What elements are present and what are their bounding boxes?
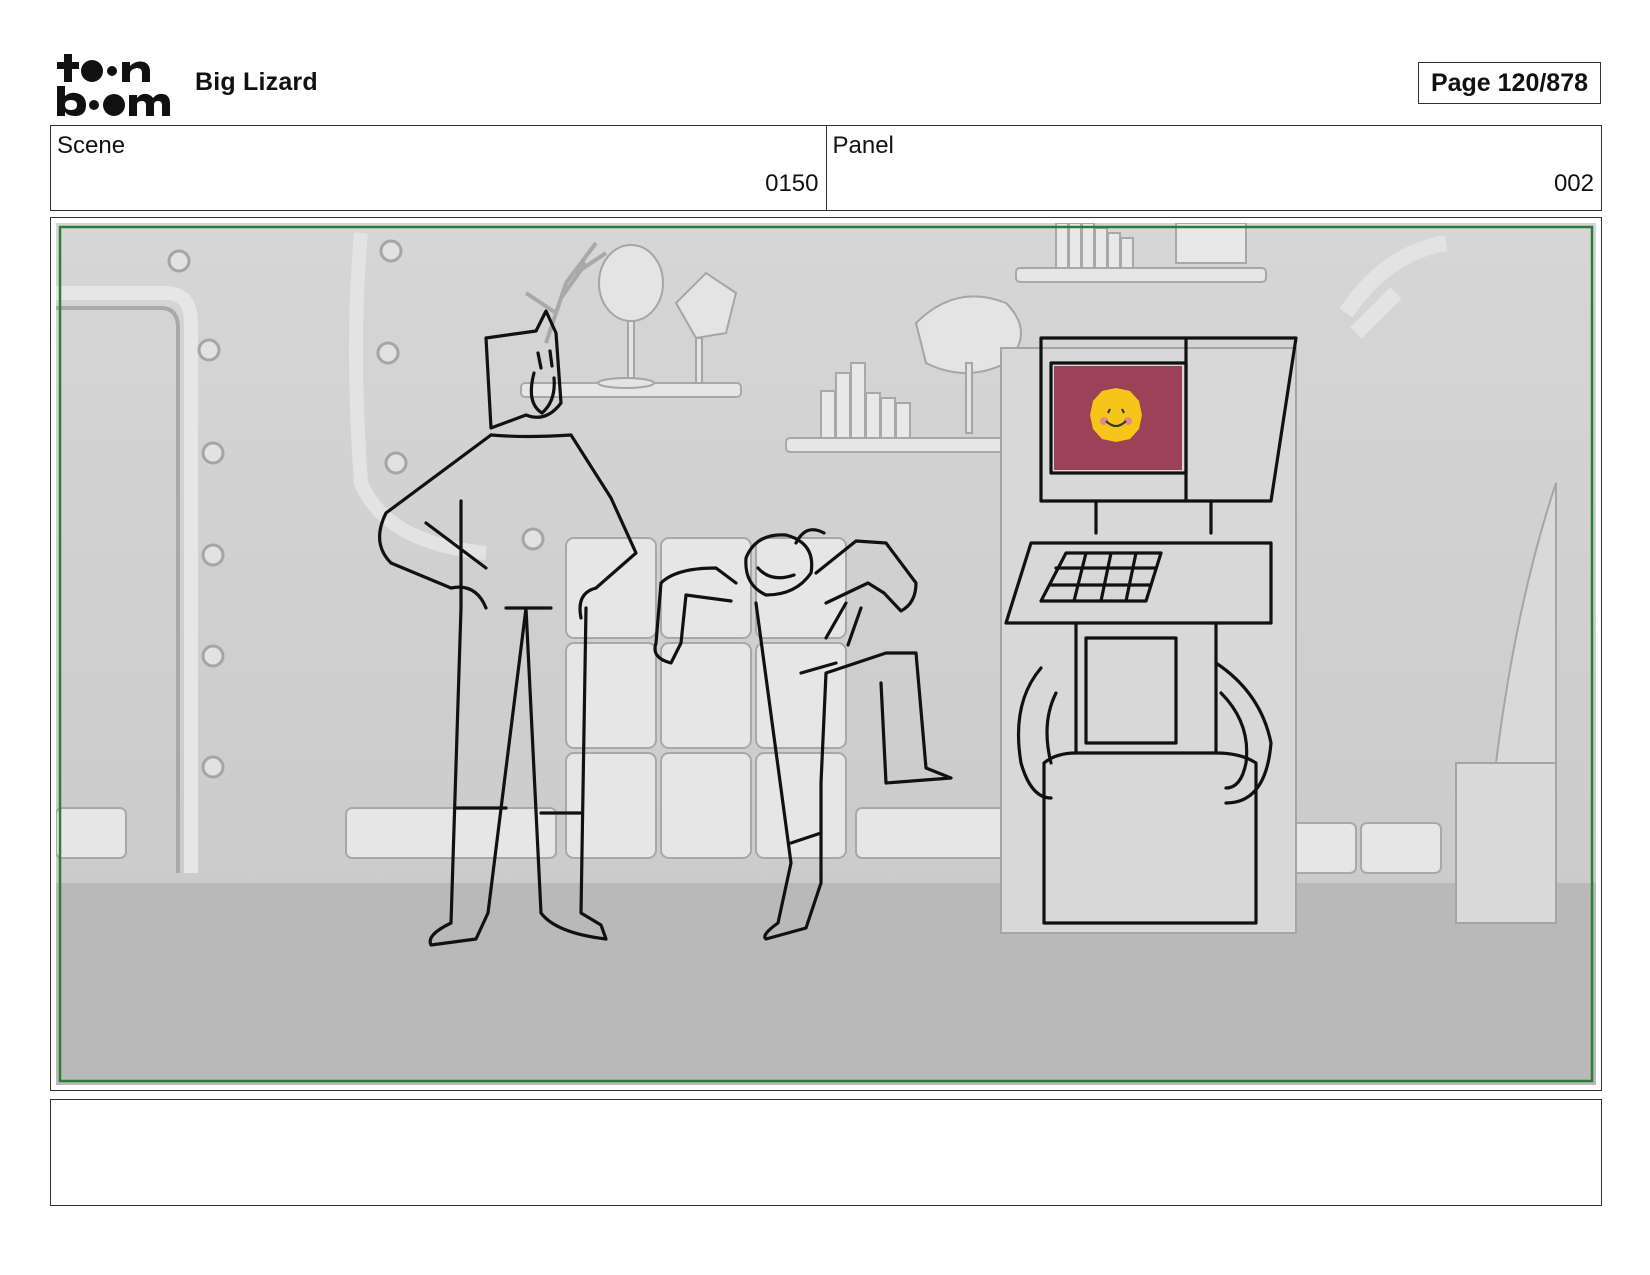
panel-number: 002 (1553, 170, 1594, 197)
toonboom-logo (57, 54, 170, 116)
project-title: Big Lizard (195, 68, 318, 96)
panel-label: Panel (832, 132, 894, 159)
scene-number: 0150 (765, 170, 819, 197)
panel-notes-box (50, 1099, 1602, 1206)
scene-panel-info: Scene 0150 Panel 002 (50, 125, 1602, 211)
scene-cell: Scene 0150 (51, 126, 826, 210)
panel-cell: Panel 002 (825, 126, 1602, 210)
page-number: Page 120/878 (1418, 62, 1601, 104)
storyboard-sketch (56, 223, 1596, 1085)
scene-label: Scene (57, 132, 126, 159)
storyboard-panel (50, 217, 1602, 1091)
